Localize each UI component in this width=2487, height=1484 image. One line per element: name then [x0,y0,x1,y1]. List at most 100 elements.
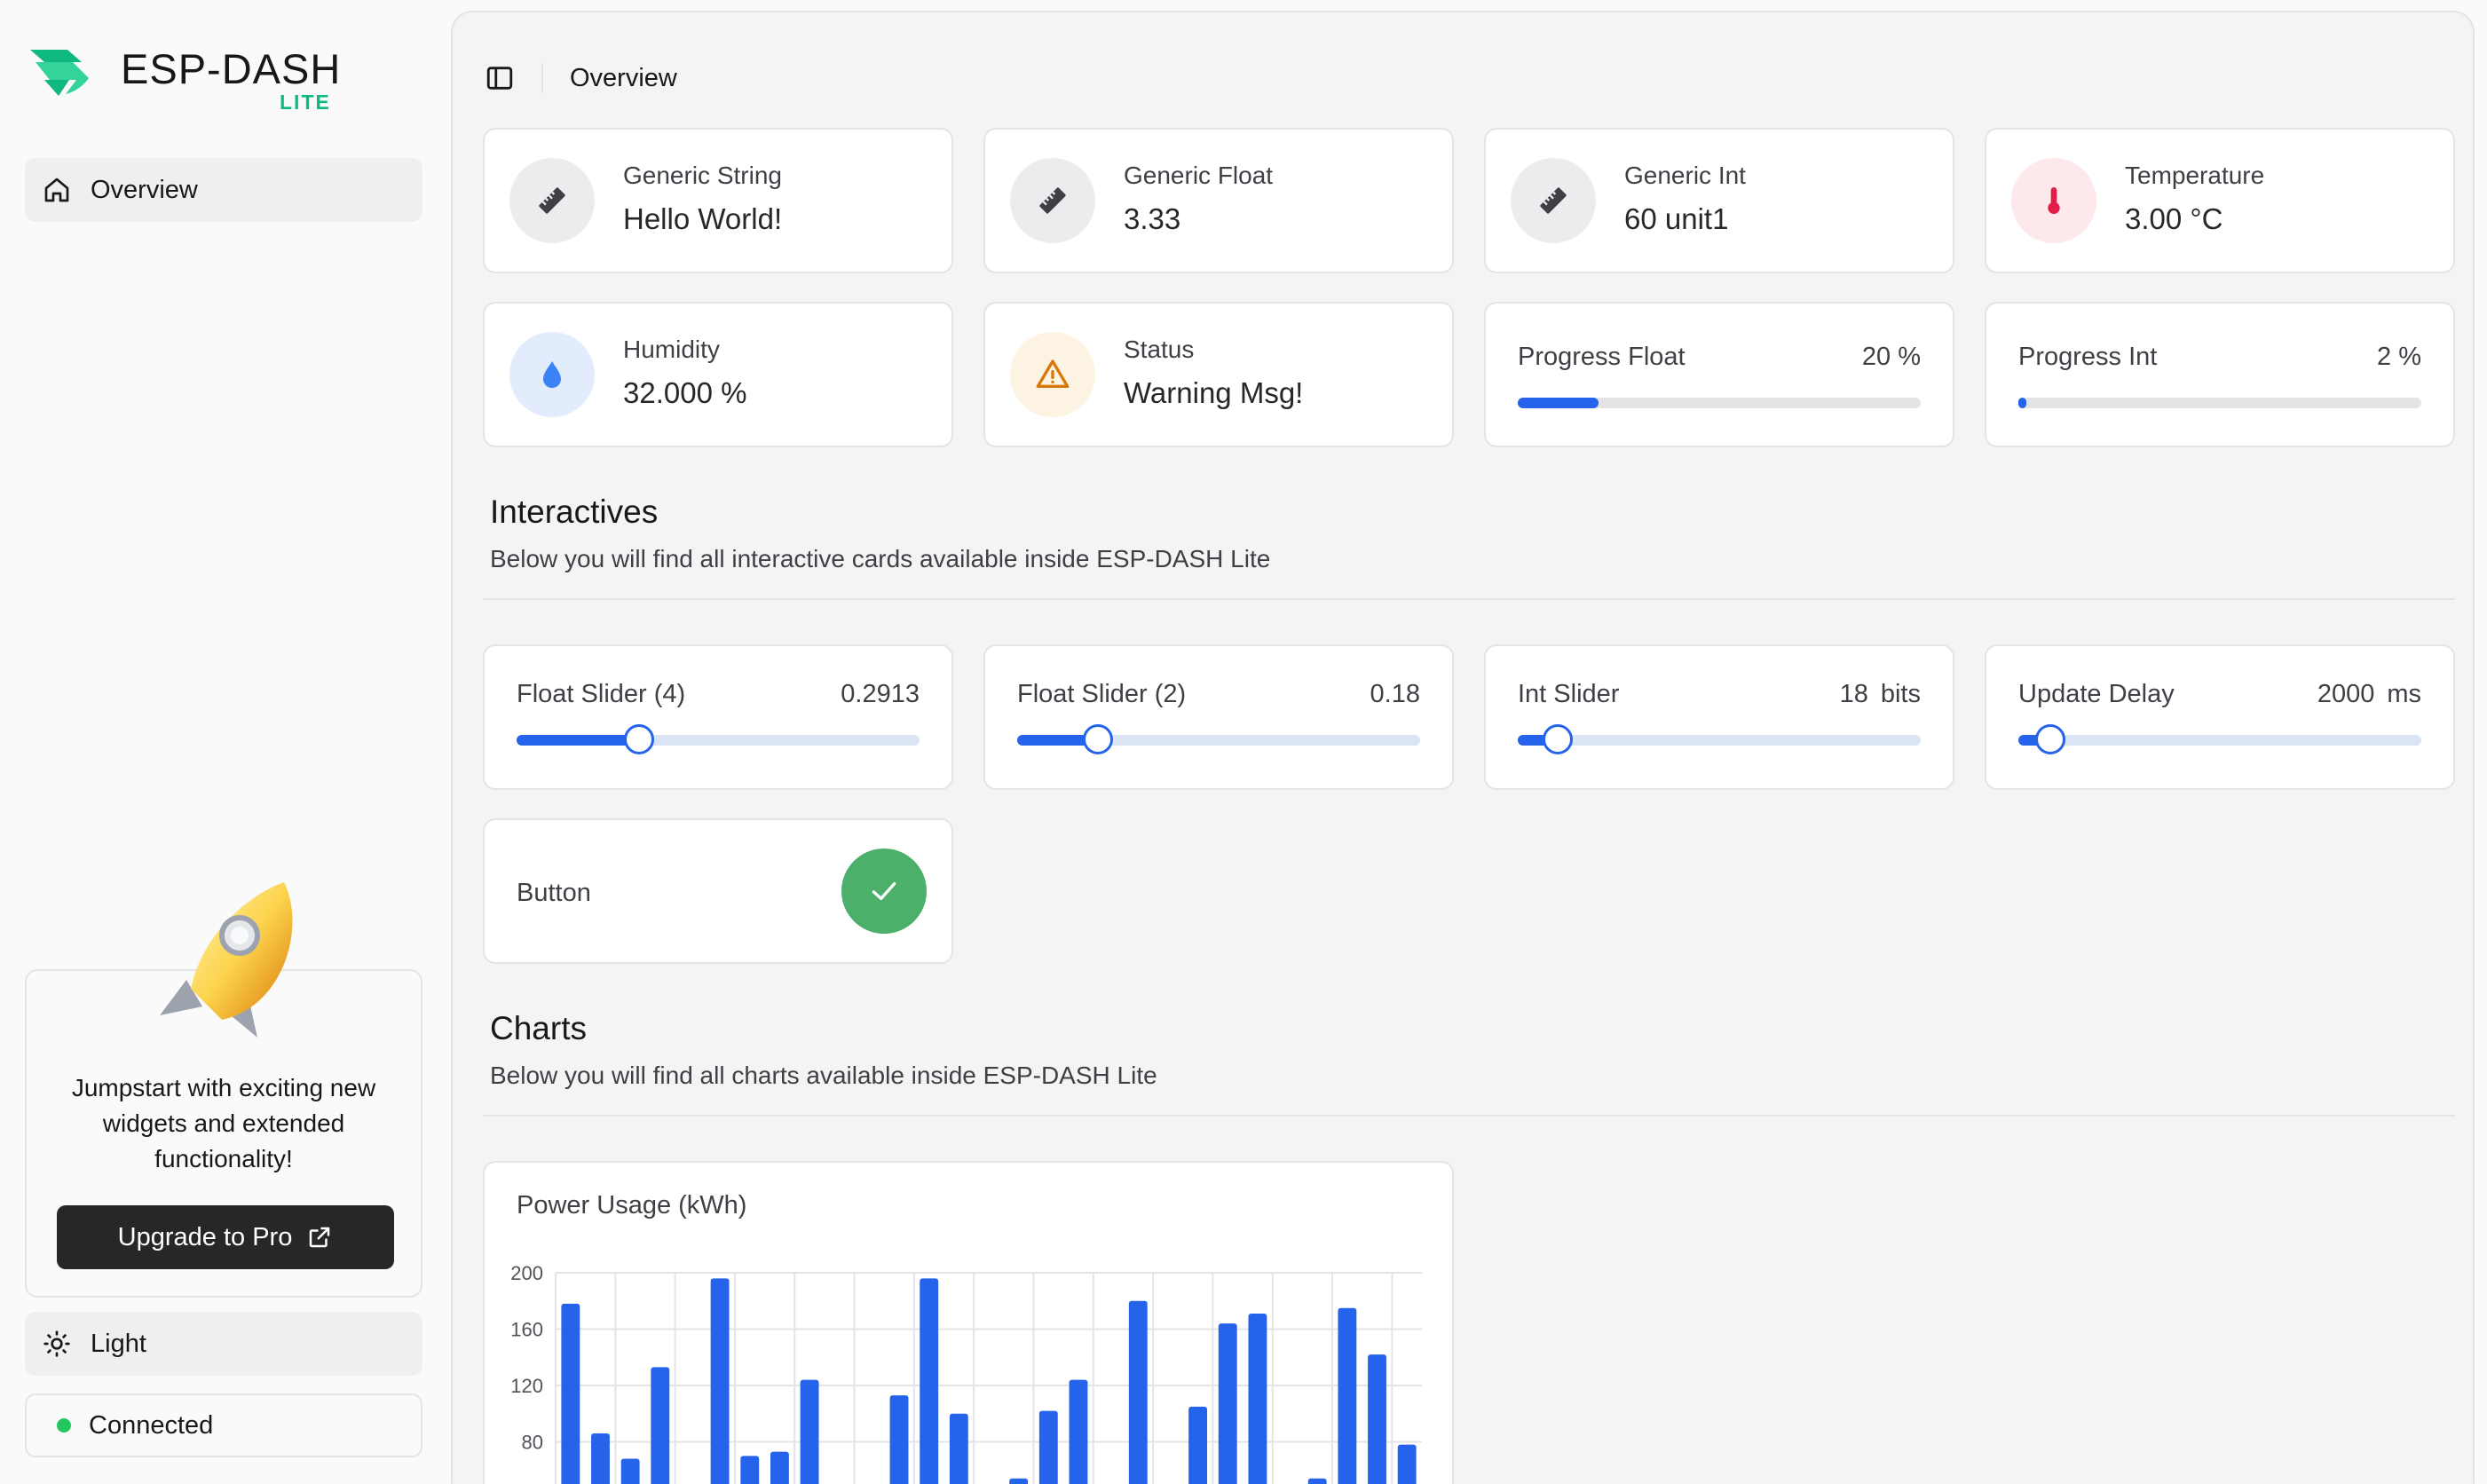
status-dot-icon [57,1418,71,1433]
stat-card-humidity: Humidity 32.000 % [483,302,953,447]
slider-track[interactable] [517,724,920,754]
brand-name: ESP-DASH [121,45,342,92]
stat-title: Generic String [623,162,782,189]
upgrade-promo-card: Jumpstart with exciting new widgets and … [25,882,422,1298]
stat-value: Warning Msg! [1124,376,1304,409]
bar [1218,1323,1237,1484]
stat-icon-wrap [1010,332,1095,417]
droplet-icon [543,361,561,388]
brand[interactable]: ESP-DASH LITE [27,39,382,119]
slider-card-float-2: Float Slider (2) 0.18 [983,644,1454,790]
topbar: Overview [485,51,677,105]
bar [920,1278,939,1484]
power-usage-bar-chart: 2001601208040 [510,1262,1422,1484]
progress-card-float: Progress Float 20 % [1484,302,1954,447]
stat-value: 3.33 [1124,202,1181,235]
slider-title: Float Slider (4) [517,680,686,708]
progress-value: 2 % [2377,343,2421,371]
stat-value: 60 unit1 [1624,202,1729,235]
stat-value: 32.000 % [623,376,747,409]
upgrade-button-label: Upgrade to Pro [117,1222,293,1251]
slider-fill [517,735,640,746]
stat-icon-wrap [2011,158,2096,243]
bar [1009,1478,1029,1484]
external-link-icon [310,1227,330,1248]
sidebar-toggle-icon[interactable] [485,63,515,93]
bar [1128,1300,1148,1484]
slider-card-float-4: Float Slider (4) 0.2913 [483,644,953,790]
progress-track [1518,398,1921,408]
slider-title: Float Slider (2) [1017,680,1187,708]
slider-track[interactable] [2018,724,2421,754]
slider-thumb[interactable] [1082,724,1113,754]
slider-track[interactable] [1518,724,1921,754]
slider-value-number: 0.18 [1370,680,1420,708]
y-tick-label: 120 [510,1375,543,1397]
section-title-interactives: Interactives [490,493,659,530]
slider-value: 0.18 [1370,680,1420,709]
stat-icon-wrap [509,332,595,417]
bar [710,1278,730,1484]
bar [591,1433,610,1484]
slider-thumb[interactable] [624,724,655,754]
thermometer-icon [2048,187,2060,214]
stat-card-generic-string: Generic String Hello World! [483,128,953,273]
progress-value: 20 % [1861,343,1921,371]
slider-value: 0.2913 [841,680,920,709]
y-tick-label: 160 [510,1319,543,1341]
home-icon [44,178,69,202]
button-card: Button [483,818,953,964]
bar [1307,1478,1327,1484]
check-icon [872,882,896,900]
ruler-icon [539,187,565,214]
progress-track [2018,398,2421,408]
stat-title: Humidity [623,335,720,363]
breadcrumb: Overview [570,63,677,92]
theme-label: Light [91,1329,146,1358]
bar [1248,1314,1267,1484]
section-desc-interactives: Below you will find all interactive card… [490,545,1271,572]
slider-value-number: 0.2913 [841,680,920,708]
y-tick-label: 200 [510,1262,543,1284]
y-tick-label: 80 [522,1432,543,1454]
topbar-divider [541,63,543,93]
stat-icon-wrap [1010,158,1095,243]
slider-title: Update Delay [2018,680,2175,708]
sun-icon [43,1330,70,1357]
stat-card-status: Status Warning Msg! [983,302,1454,447]
slider-thumb[interactable] [1543,724,1574,754]
bar [620,1458,640,1484]
ruler-icon [1039,187,1066,214]
stat-value: Hello World! [623,202,783,235]
theme-toggle-button[interactable]: Light [25,1312,422,1376]
stat-title: Generic Int [1624,162,1746,189]
slider-value: 2000 ms [2317,680,2421,709]
stat-card-generic-float: Generic Float 3.33 [983,128,1454,273]
progress-fill [1518,398,1599,408]
bar [949,1413,968,1484]
stat-card-temperature: Temperature 3.00 °C [1985,128,2455,273]
progress-title: Progress Int [2018,343,2158,371]
rocket-icon [160,882,293,1038]
ruler-icon [1540,187,1567,214]
bar [651,1367,670,1484]
slider-title: Int Slider [1518,680,1620,708]
section-desc-charts: Below you will find all charts available… [490,1062,1157,1089]
esp-dash-logo-icon [30,50,89,96]
slider-card-int: Int Slider 18 bits [1484,644,1954,790]
connection-status: Connected [25,1393,422,1457]
sidebar-item-overview[interactable]: Overview [25,158,422,222]
toggle-button[interactable] [841,849,927,934]
slider-thumb[interactable] [2035,724,2066,754]
bar [889,1395,909,1484]
bar [740,1456,760,1484]
bar [800,1379,819,1484]
slider-card-update-delay: Update Delay 2000 ms [1985,644,2455,790]
stat-value: 3.00 °C [2125,202,2223,235]
stat-title: Generic Float [1124,162,1274,189]
slider-unit: bits [1880,680,1921,708]
stat-title: Temperature [2125,162,2265,189]
bar [1397,1444,1417,1484]
upgrade-to-pro-button[interactable]: Upgrade to Pro [57,1205,394,1269]
slider-track[interactable] [1017,724,1420,754]
